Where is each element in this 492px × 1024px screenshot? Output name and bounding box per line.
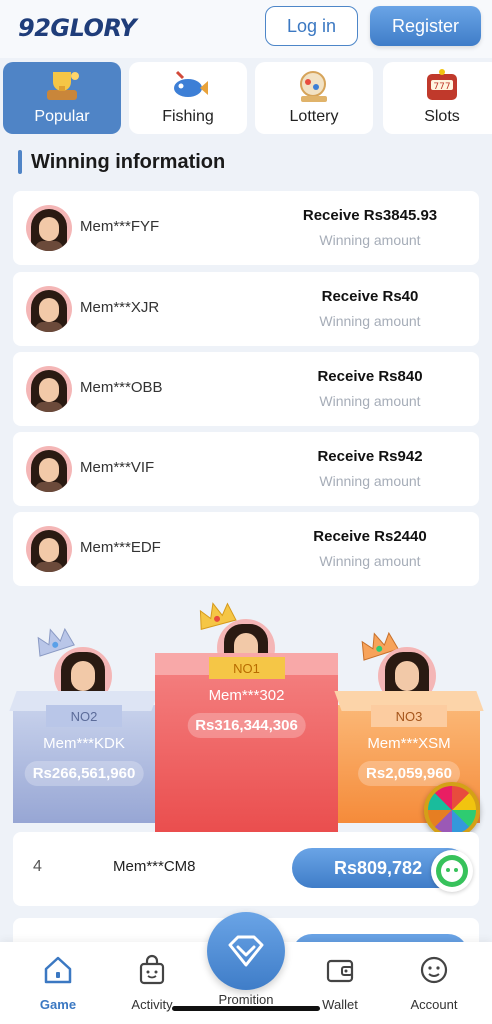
rank-badge: NO3 (371, 705, 447, 727)
tab-label: Fishing (162, 108, 214, 125)
winner-amount: Receive Rs2440 (313, 528, 427, 545)
winner-amount-caption: Winning amount (319, 232, 421, 248)
tab-fishing[interactable]: Fishing (129, 62, 247, 134)
game-category-tabs: Popular Fishing Lottery 777 Slots (0, 62, 492, 136)
winner-amount: Receive Rs3845.93 (302, 207, 438, 224)
podium-name: Mem***XSM (367, 735, 451, 752)
slots-icon: 777 (427, 69, 457, 100)
nav-game[interactable]: Game (18, 954, 98, 1012)
winning-row: Mem***EDF Receive Rs2440 Winning amount (13, 512, 479, 586)
section-title-text: Winning information (31, 150, 226, 173)
winner-name: Mem***FYF (80, 218, 160, 235)
podium-amount: Rs316,344,306 (187, 713, 306, 738)
avatar (26, 205, 72, 251)
winning-row: Mem***XJR Receive Rs40 Winning amount (13, 272, 479, 346)
account-face-icon (420, 956, 448, 984)
winning-row: Mem***VIF Receive Rs942 Winning amount (13, 432, 479, 506)
winner-amount-caption: Winning amount (319, 313, 421, 329)
customer-service-button[interactable] (431, 850, 473, 892)
winner-name: Mem***EDF (80, 539, 161, 556)
winner-amount-caption: Winning amount (319, 553, 421, 569)
nav-label: Game (39, 997, 77, 1012)
gift-bag-icon (139, 954, 165, 985)
chat-icon (436, 855, 468, 887)
tab-slots[interactable]: 777 Slots (383, 62, 492, 134)
podium-name: Mem***302 (208, 687, 285, 704)
tab-label: Popular (34, 108, 90, 125)
avatar (26, 446, 72, 492)
winner-name: Mem***VIF (80, 459, 155, 476)
tab-popular[interactable]: Popular (3, 62, 121, 134)
nav-wallet[interactable]: Wallet (300, 954, 380, 1012)
svg-text:777: 777 (433, 82, 450, 92)
rank-number: 4 (33, 858, 42, 875)
nav-activity[interactable]: Activity (112, 954, 192, 1012)
podium-first: NO1 Mem***302 Rs316,344,306 (155, 653, 338, 832)
promotion-center-button[interactable] (207, 912, 285, 990)
winner-name: Mem***OBB (80, 379, 163, 396)
avatar (26, 366, 72, 412)
diamond-icon (228, 935, 264, 967)
home-icon (44, 956, 72, 984)
winner-amount: Receive Rs942 (317, 448, 423, 465)
nav-account[interactable]: Account (394, 954, 474, 1012)
leaderboard-podium: NO2 Mem***KDK Rs266,561,960 NO1 Mem***30… (0, 595, 492, 835)
tab-label: Slots (424, 108, 460, 125)
rank-badge: NO1 (208, 657, 285, 679)
rank-badge: NO2 (46, 705, 122, 727)
winning-row: Mem***OBB Receive Rs840 Winning amount (13, 352, 479, 426)
avatar (26, 526, 72, 572)
fishing-icon (174, 70, 208, 97)
tab-label: Lottery (289, 108, 339, 125)
register-button[interactable]: Register (370, 6, 481, 46)
wallet-icon (326, 959, 354, 983)
podium-second: NO2 Mem***KDK Rs266,561,960 (9, 691, 159, 823)
winner-amount-caption: Winning amount (319, 393, 421, 409)
winner-amount: Receive Rs40 (321, 288, 419, 305)
nav-label: Account (410, 997, 458, 1012)
nav-label: Promition (218, 992, 274, 1007)
lottery-icon (300, 71, 327, 102)
podium-name: Mem***KDK (43, 735, 125, 752)
ranking-row: 4 Mem***CM8 Rs809,782 (13, 832, 479, 906)
trophy-icon (47, 72, 79, 100)
rank-name: Mem***CM8 (113, 858, 196, 875)
section-accent-bar (18, 150, 22, 174)
home-indicator (172, 1006, 320, 1011)
lucky-wheel-icon[interactable] (424, 782, 480, 838)
winner-amount: Receive Rs840 (317, 368, 423, 385)
login-button[interactable]: Log in (265, 6, 358, 46)
nav-promotion[interactable]: Promition (206, 992, 286, 1007)
section-title: Winning information (18, 148, 225, 176)
winner-amount-caption: Winning amount (319, 473, 421, 489)
winner-name: Mem***XJR (80, 299, 160, 316)
app-header: 92GLORY Log in Register (0, 0, 492, 58)
podium-amount: Rs266,561,960 (24, 761, 144, 786)
winning-row: Mem***FYF Receive Rs3845.93 Winning amou… (13, 191, 479, 265)
tab-lottery[interactable]: Lottery (255, 62, 373, 134)
avatar (26, 286, 72, 332)
brand-logo[interactable]: 92GLORY (18, 14, 137, 42)
